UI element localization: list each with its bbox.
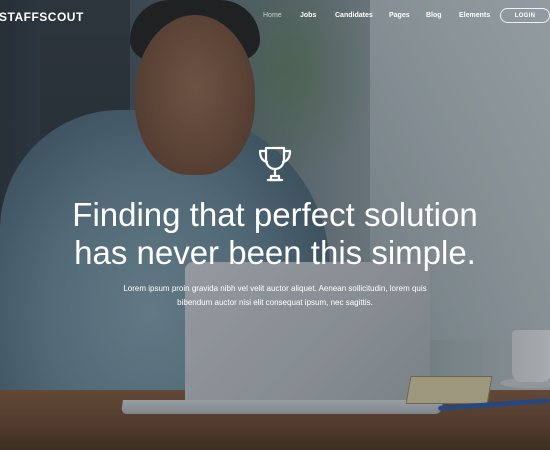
site-header: STAFFSCOUT Home Jobs Candidates Pages Bl… [0, 0, 550, 34]
hero-headline-line-2: has never been this simple. [74, 234, 476, 271]
hero-subtext: Lorem ipsum proin gravida nibh vel velit… [100, 282, 450, 310]
nav-item-jobs[interactable]: Jobs [300, 12, 316, 19]
main-nav: Home Jobs Candidates Pages Blog Elements [0, 12, 550, 24]
hero-headline: Finding that perfect solution has never … [0, 196, 550, 272]
login-button[interactable]: LOGIN [500, 8, 550, 23]
nav-item-home[interactable]: Home [263, 12, 282, 19]
hero-headline-line-1: Finding that perfect solution [72, 196, 478, 233]
trophy-icon [258, 146, 292, 182]
nav-item-candidates[interactable]: Candidates [335, 12, 373, 19]
nav-item-pages[interactable]: Pages [389, 12, 410, 19]
hero-subtext-line-2: bibendum auctor nisi elit consequat ipsu… [177, 298, 373, 307]
nav-item-elements[interactable]: Elements [459, 12, 490, 19]
hero-subtext-line-1: Lorem ipsum proin gravida nibh vel velit… [123, 284, 427, 293]
nav-item-blog[interactable]: Blog [426, 12, 442, 19]
